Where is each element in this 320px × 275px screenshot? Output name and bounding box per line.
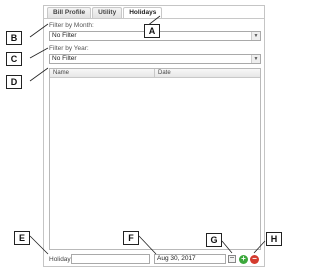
callout-b: B — [6, 31, 22, 45]
callout-f: F — [123, 231, 139, 245]
column-header-name[interactable]: Name — [50, 69, 155, 77]
callout-e: E — [14, 231, 30, 245]
tab-divider — [44, 18, 264, 19]
holiday-label: Holiday: — [49, 256, 73, 263]
callout-h: H — [266, 232, 282, 246]
callout-a: A — [144, 24, 160, 38]
callout-c: C — [6, 52, 22, 66]
filter-year-value: No Filter — [52, 55, 77, 62]
chevron-down-icon[interactable]: ▼ — [251, 55, 260, 63]
filter-month-value: No Filter — [52, 32, 77, 39]
filter-month-label: Filter by Month: — [49, 22, 94, 29]
filter-year-select[interactable]: No Filter ▼ — [49, 54, 261, 64]
tab-bill-profile[interactable]: Bill Profile — [47, 7, 92, 18]
chevron-down-icon[interactable]: ▼ — [251, 32, 260, 40]
filter-year-label: Filter by Year: — [49, 45, 89, 52]
holidays-grid[interactable]: Name Date — [49, 68, 261, 250]
calendar-icon[interactable] — [228, 255, 236, 263]
holidays-panel: Bill Profile Utility Holidays Filter by … — [43, 5, 265, 267]
add-icon[interactable]: + — [239, 255, 248, 264]
holiday-name-input[interactable] — [71, 254, 150, 264]
callout-g: G — [206, 233, 222, 247]
delete-icon[interactable]: − — [250, 255, 259, 264]
tab-bar: Bill Profile Utility Holidays — [47, 7, 163, 19]
tab-utility[interactable]: Utility — [92, 7, 123, 18]
grid-header: Name Date — [50, 69, 260, 78]
column-header-date[interactable]: Date — [155, 69, 260, 77]
holiday-form: Holiday: Aug 30, 2017 + − — [44, 254, 264, 266]
callout-d: D — [6, 75, 22, 89]
holiday-date-input[interactable]: Aug 30, 2017 — [154, 254, 226, 264]
